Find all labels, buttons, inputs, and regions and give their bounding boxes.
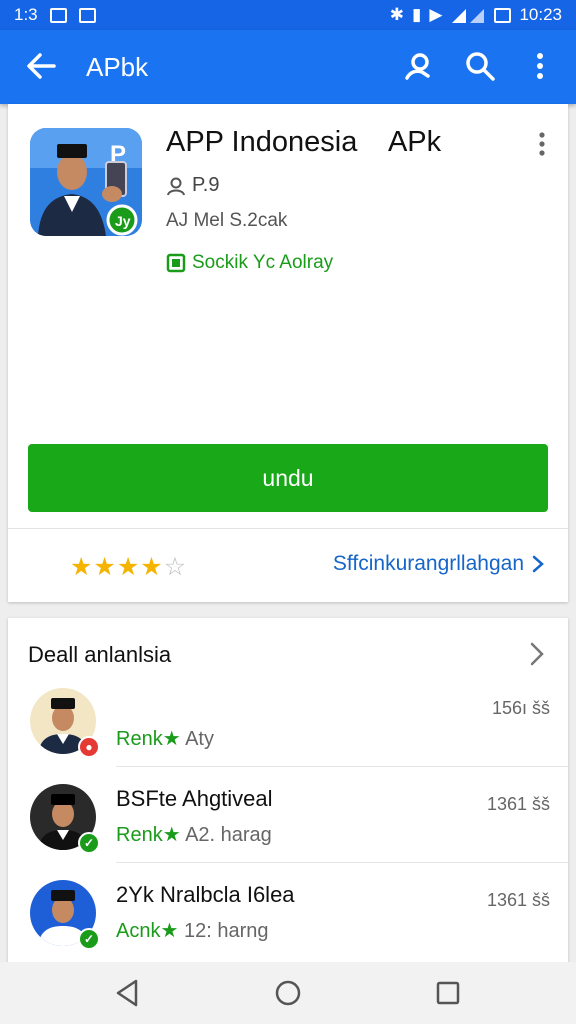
app-name: APP Indonesia APk (166, 126, 442, 158)
wifi-icon: ▶ (429, 5, 443, 24)
app-meta-value: P.9 (192, 174, 220, 196)
battery-icon (494, 7, 512, 23)
app-developer: AJ Mel S.2cak (166, 210, 288, 231)
app-info-card: P Jy APP Indonesia APk P.9 AJ Mel S.2cak… (8, 104, 568, 602)
chevron-right-icon[interactable] (528, 640, 546, 668)
app-icon: P Jy (30, 128, 142, 236)
item-tag: Renk★ (116, 728, 181, 750)
item-detail: A2. harag (180, 824, 272, 846)
chevron-right-icon (532, 555, 544, 573)
item-detail: Aty (180, 728, 214, 750)
vibrate-icon: ▮ (412, 5, 422, 24)
status-time-right: 10:23 (519, 5, 562, 24)
nav-back-icon[interactable] (110, 976, 144, 1010)
message-notification-icon (78, 7, 96, 23)
status-badge-icon: ● (78, 736, 100, 758)
item-subtitle: Renk★ Aty (116, 726, 214, 751)
verified-icon (166, 253, 186, 273)
list-item[interactable]: ● Renk★ Aty 156ı šš (8, 670, 568, 764)
search-icon[interactable] (462, 48, 498, 84)
item-tag: Renk★ (116, 824, 181, 846)
nav-home-icon[interactable] (271, 976, 305, 1010)
rating-stars: ★ ★ ★ ★ ☆ (70, 552, 186, 582)
star-icon: ★ (93, 553, 116, 581)
item-name: 2Yk Nralbcla I6lea (116, 882, 295, 907)
status-time-left: 1:3 (14, 5, 38, 24)
account-icon[interactable] (400, 48, 436, 84)
verified-badge-icon: ✓ (78, 832, 100, 854)
item-tag: Acnk★ (116, 920, 179, 942)
app-bar: APbk (0, 30, 576, 104)
gallery-notification-icon (49, 7, 67, 23)
star-outline-icon: ☆ (163, 553, 187, 581)
safe-label: Sockik Yc Aolray (192, 252, 334, 273)
more-options-icon[interactable] (532, 130, 552, 158)
item-subtitle: Acnk★ 12: harng (116, 918, 268, 943)
nav-recents-icon[interactable] (431, 976, 465, 1010)
back-arrow-icon[interactable] (24, 48, 58, 84)
item-size: 1361 šš (486, 794, 550, 814)
list-item[interactable]: ✓ BSFte Ahgtiveal Renk★ A2. harag 1361 š… (8, 766, 568, 860)
list-item[interactable]: ✓ 2Yk Nralbcla I6lea Acnk★ 12: harng 136… (8, 862, 568, 956)
item-detail: 12: harng (178, 920, 269, 942)
user-icon (167, 177, 185, 195)
related-apps-card: Deall anlanlsia ● Renk★ Aty 156ı šš ✓ BS… (8, 618, 568, 964)
bluetooth-icon: ✱ (389, 5, 405, 24)
section-title: Deall anlanlsia (28, 642, 172, 667)
install-button[interactable]: undu (28, 444, 548, 512)
star-icon: ★ (140, 553, 163, 581)
star-icon: ★ (116, 553, 140, 581)
reviews-link-label: Sffcinkurangrllahgan (332, 552, 524, 575)
item-size: 156ı šš (491, 698, 550, 718)
navigation-bar (0, 962, 576, 1024)
reviews-link[interactable]: Sffcinkurangrllahgan (333, 552, 544, 576)
divider (8, 528, 568, 529)
status-bar: 1:3 ✱ ▮ ▶ 10:23 (0, 0, 576, 30)
app-meta-row: P.9 (166, 174, 219, 197)
signal-icon (452, 9, 485, 23)
verified-badge-icon: ✓ (78, 928, 100, 950)
safe-badge: Sockik Yc Aolray (166, 252, 333, 274)
item-name: BSFte Ahgtiveal (116, 786, 273, 811)
star-icon: ★ (70, 553, 93, 581)
more-options-icon[interactable] (522, 48, 558, 84)
item-size: 1361 šš (486, 890, 550, 910)
item-subtitle: Renk★ A2. harag (116, 822, 272, 847)
svg-text:Jy: Jy (115, 213, 131, 229)
app-bar-title: APbk (86, 52, 149, 82)
